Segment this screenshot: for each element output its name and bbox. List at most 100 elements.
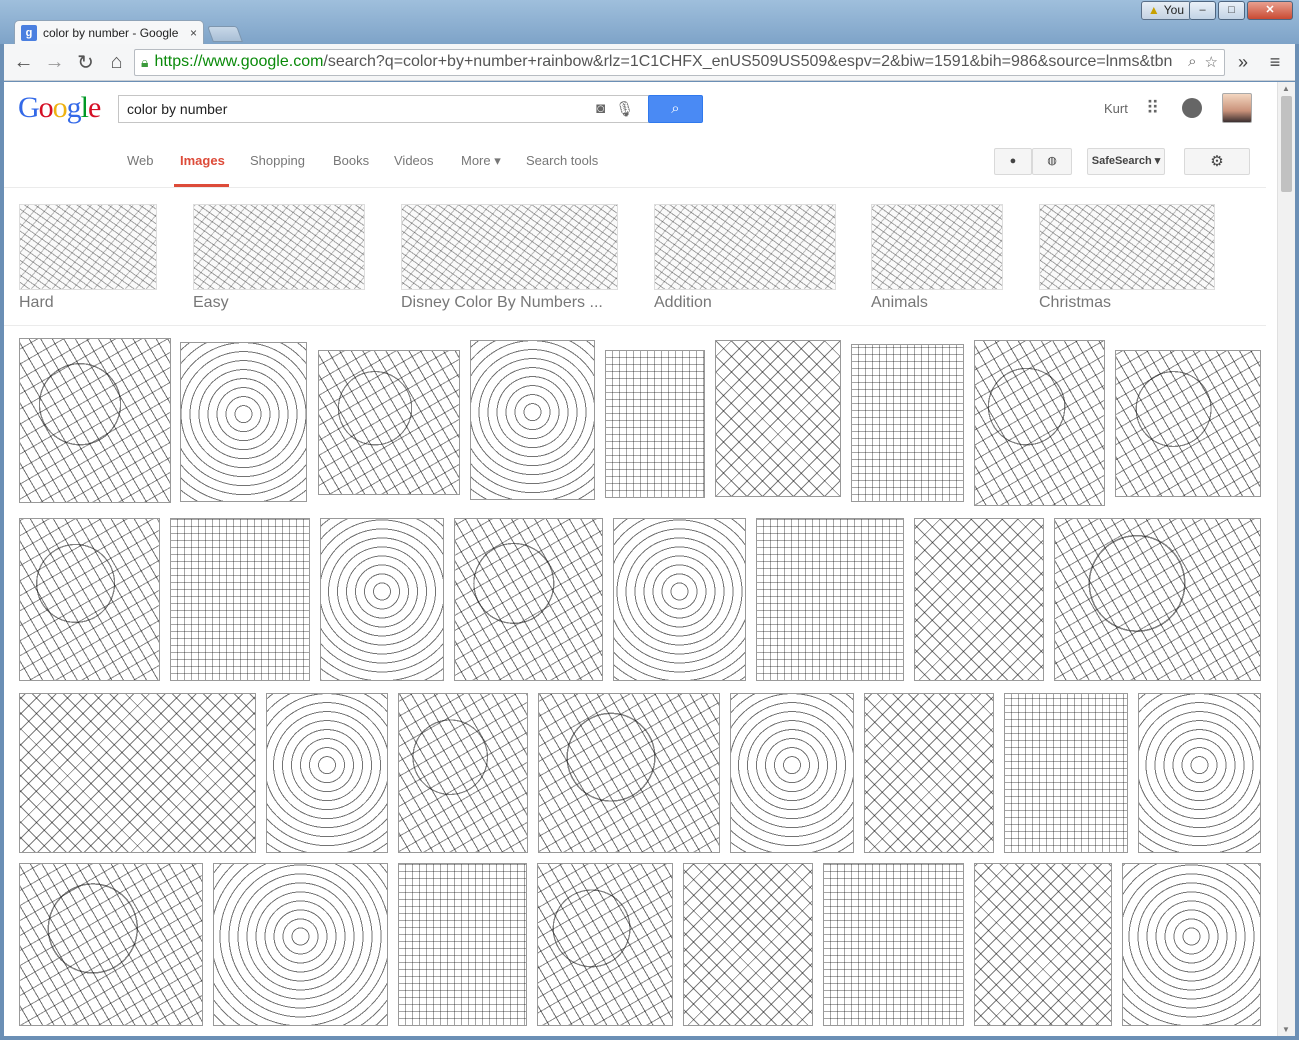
tab-books[interactable]: Books [333,153,369,168]
related-item-disney[interactable]: Disney Color By Numbers ... [401,204,618,312]
image-result[interactable] [1004,693,1128,853]
person-icon: ● [1009,155,1017,167]
scroll-down-arrow-icon[interactable]: ▼ [1282,1025,1290,1034]
private-results-button[interactable]: ● [994,148,1032,175]
magnifier-icon: ⌕ [671,100,680,117]
image-result[interactable] [1054,518,1261,681]
window-controls: – □ ✕ [1189,1,1293,20]
image-result[interactable] [851,344,964,502]
tab-shopping[interactable]: Shopping [250,153,305,168]
related-searches: Hard Easy Disney Color By Numbers ... Ad… [4,198,1266,326]
window-user-badge[interactable]: ▲ You [1140,1,1191,20]
image-result[interactable] [537,863,673,1026]
image-result[interactable] [864,693,994,853]
image-result[interactable] [19,693,256,853]
image-result[interactable] [1115,350,1261,497]
related-item-animals[interactable]: Animals [871,204,1003,312]
notifications-icon[interactable] [1182,98,1202,118]
search-nav-tabs: Web Images Shopping Books Videos More ▾ … [4,136,1266,188]
image-result[interactable] [320,518,444,681]
maximize-button[interactable]: □ [1218,1,1245,20]
related-item-hard[interactable]: Hard [19,204,157,312]
image-result[interactable] [19,863,203,1026]
image-result[interactable] [605,350,705,498]
extensions-overflow-icon[interactable]: » [1229,49,1257,76]
image-result[interactable] [715,340,841,497]
image-result[interactable] [974,340,1105,506]
avatar[interactable] [1222,93,1252,123]
tab-videos[interactable]: Videos [394,153,434,168]
related-label: Disney Color By Numbers ... [401,294,603,311]
browser-tab[interactable]: g color by number - Google × [14,20,204,45]
close-window-button[interactable]: ✕ [1247,1,1293,20]
tab-images[interactable]: Images [180,153,225,168]
lock-icon: 🔒︎ [141,53,149,70]
new-tab-button[interactable] [207,26,243,42]
forward-icon[interactable]: → [41,49,68,76]
tab-search-tools[interactable]: Search tools [526,153,598,168]
globe-icon: ◍ [1047,155,1057,167]
image-result[interactable] [730,693,854,853]
google-favicon-icon: g [21,25,37,41]
image-result[interactable] [974,863,1112,1026]
menu-icon[interactable]: ≡ [1261,49,1289,76]
scroll-up-arrow-icon[interactable]: ▲ [1282,84,1290,93]
tab-web[interactable]: Web [127,153,154,168]
related-label: Addition [654,294,712,311]
related-item-christmas[interactable]: Christmas [1039,204,1215,312]
image-result[interactable] [914,518,1044,681]
google-logo[interactable]: Google [18,91,101,125]
related-thumbnail [654,204,836,290]
tab-close-icon[interactable]: × [190,26,197,40]
related-item-addition[interactable]: Addition [654,204,836,312]
image-result[interactable] [19,338,171,503]
window-user-label: You [1163,3,1184,17]
image-result[interactable] [613,518,746,681]
address-bar[interactable]: 🔒︎ https://www.google.com/search?q=color… [134,48,1225,76]
image-result[interactable] [266,693,388,853]
home-icon[interactable]: ⌂ [103,49,130,76]
related-thumbnail [401,204,618,290]
browser-toolbar: ← → ↻ ⌂ 🔒︎ https://www.google.com/search… [4,44,1295,81]
image-result[interactable] [19,518,160,681]
search-input[interactable]: color by number [118,95,650,123]
user-name[interactable]: Kurt [1104,101,1128,116]
related-thumbnail [193,204,365,290]
image-result[interactable] [454,518,603,681]
image-result[interactable] [538,693,720,853]
image-result[interactable] [398,863,527,1026]
scroll-thumb[interactable] [1281,96,1292,192]
safesearch-button[interactable]: SafeSearch ▾ [1087,148,1165,175]
image-result[interactable] [683,863,813,1026]
image-result[interactable] [1122,863,1261,1026]
image-result[interactable] [823,863,964,1026]
tab-title: color by number - Google [43,26,179,40]
settings-button[interactable]: ⚙ [1184,148,1250,175]
camera-icon[interactable]: ◙ [596,100,605,118]
google-header: Google color by number ◙ 🎙︎ ⌕ Kurt ⠿ [4,82,1295,136]
image-result[interactable] [398,693,528,853]
apps-grid-icon[interactable]: ⠿ [1146,98,1159,119]
related-thumbnail [871,204,1003,290]
related-label: Hard [19,294,54,311]
image-result[interactable] [756,518,904,681]
active-tab-indicator [174,184,229,187]
search-icon[interactable]: ⌕ [1188,53,1196,71]
page-scrollbar[interactable]: ▲ ▼ [1277,82,1295,1036]
image-result[interactable] [318,350,460,495]
image-result[interactable] [470,340,595,500]
image-result[interactable] [170,518,310,681]
reload-icon[interactable]: ↻ [72,49,99,76]
image-result[interactable] [213,863,388,1026]
microphone-icon[interactable]: 🎙︎ [615,100,634,118]
related-item-easy[interactable]: Easy [193,204,365,312]
back-icon[interactable]: ← [10,49,37,76]
url-secure-part: https://www.google.com [154,53,324,70]
image-result[interactable] [1138,693,1261,853]
public-results-button[interactable]: ◍ [1032,148,1072,175]
search-button[interactable]: ⌕ [648,95,703,123]
minimize-button[interactable]: – [1189,1,1216,20]
image-result[interactable] [180,342,307,502]
tab-more[interactable]: More ▾ [461,153,501,169]
star-icon[interactable]: ☆ [1205,53,1218,71]
